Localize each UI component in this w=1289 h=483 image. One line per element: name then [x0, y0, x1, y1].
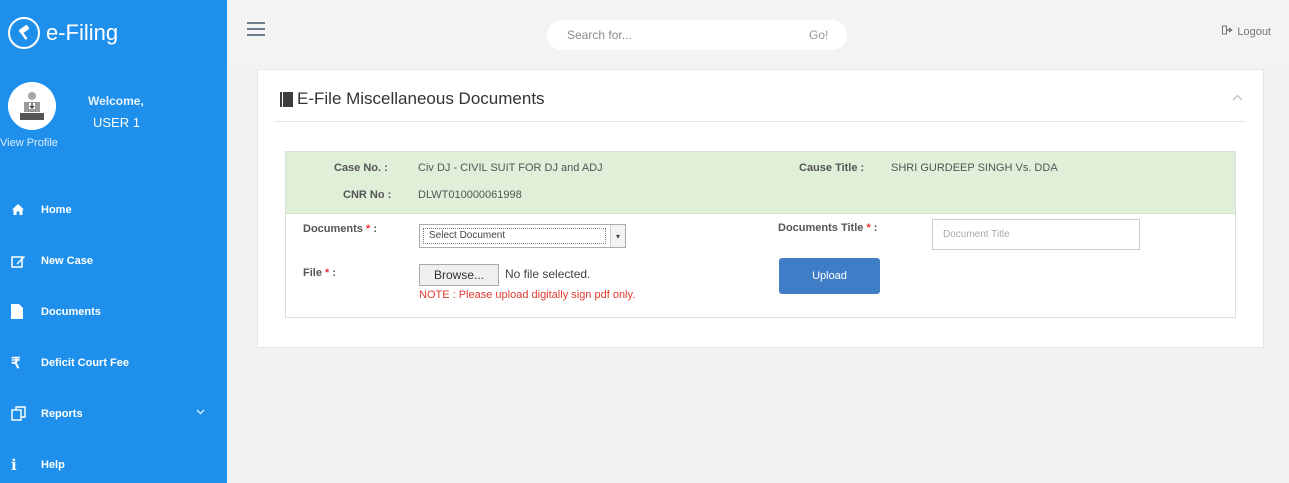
- brand-name: e-Filing: [46, 20, 119, 45]
- top-bar: Go! Logout: [227, 0, 1289, 66]
- sidebar-item-label: New Case: [41, 254, 93, 267]
- username: USER 1: [93, 115, 140, 130]
- documents-label: Documents * :: [303, 223, 377, 235]
- case-box: Case No. : Civ DJ - CIVIL SUIT FOR DJ an…: [285, 151, 1236, 318]
- sidebar-item-help[interactable]: i Help: [0, 439, 227, 483]
- sidebar-item-home[interactable]: Home: [0, 184, 227, 235]
- doc-title-label: Documents Title * :: [778, 222, 878, 234]
- menu-toggle-icon[interactable]: [247, 22, 265, 36]
- welcome-text: Welcome,: [88, 94, 144, 108]
- home-icon: [11, 203, 31, 216]
- document-select[interactable]: Select Document ▾: [419, 224, 626, 248]
- chevron-down-icon: [196, 407, 205, 417]
- copy-icon: [11, 406, 31, 421]
- search-go-button[interactable]: Go!: [809, 28, 828, 42]
- sidebar-item-new-case[interactable]: New Case: [0, 235, 227, 286]
- panel-title-text: E-File Miscellaneous Documents: [297, 89, 545, 108]
- chevron-up-icon[interactable]: [1232, 90, 1243, 104]
- divider: [275, 121, 1245, 122]
- sign-out-icon: [1222, 25, 1233, 38]
- sidebar-item-reports[interactable]: Reports: [0, 388, 227, 439]
- search-input[interactable]: [567, 20, 767, 50]
- sidebar-item-label: Deficit Court Fee: [41, 356, 130, 369]
- case-no-label: Case No. :: [334, 162, 388, 174]
- gavel-icon: [8, 17, 40, 49]
- case-info: Case No. : Civ DJ - CIVIL SUIT FOR DJ an…: [286, 152, 1235, 214]
- edit-icon: [11, 254, 31, 268]
- document-select-value: Select Document: [423, 228, 606, 244]
- sidebar-item-deficit-court-fee[interactable]: ₹ Deficit Court Fee: [0, 337, 227, 388]
- sidebar-item-label: Documents: [41, 305, 101, 318]
- upload-note: NOTE : Please upload digitally sign pdf …: [419, 289, 636, 301]
- cnr-label: CNR No :: [343, 189, 392, 201]
- sidebar-nav: Home New Case Documents ₹ Deficit Court …: [0, 184, 227, 483]
- file-status: No file selected.: [505, 267, 591, 281]
- cause-title-label: Cause Title :: [799, 162, 865, 174]
- rupee-icon: ₹: [11, 354, 21, 372]
- case-no-value: Civ DJ - CIVIL SUIT FOR DJ and ADJ: [418, 162, 603, 174]
- info-icon: i: [11, 455, 17, 474]
- view-profile-link[interactable]: View Profile: [0, 137, 58, 149]
- upload-button[interactable]: Upload: [779, 258, 880, 294]
- book-icon: [280, 91, 293, 107]
- file-label: File * :: [303, 267, 337, 279]
- avatar: [8, 82, 56, 130]
- sidebar-item-label: Home: [41, 203, 72, 216]
- user-profile: Welcome, USER 1 View Profile: [0, 82, 227, 162]
- logout-label: Logout: [1237, 25, 1271, 38]
- file-icon: [11, 304, 31, 319]
- document-title-input[interactable]: [932, 219, 1140, 250]
- sidebar-item-documents[interactable]: Documents: [0, 286, 227, 337]
- search-box: Go!: [547, 20, 847, 50]
- efile-panel: E-File Miscellaneous Documents Case No. …: [257, 69, 1264, 348]
- sidebar: e-Filing Welcome, USER 1 View Profile Ho…: [0, 0, 227, 483]
- cause-title-value: SHRI GURDEEP SINGH Vs. DDA: [891, 162, 1058, 174]
- panel-title: E-File Miscellaneous Documents: [280, 89, 545, 109]
- sidebar-item-label: Help: [41, 458, 65, 471]
- cnr-value: DLWT010000061998: [418, 189, 522, 201]
- caret-down-icon: ▾: [610, 225, 625, 247]
- browse-button[interactable]: Browse...: [419, 264, 499, 286]
- brand[interactable]: e-Filing: [0, 0, 227, 66]
- sidebar-item-label: Reports: [41, 407, 83, 420]
- logout-link[interactable]: Logout: [1222, 25, 1271, 38]
